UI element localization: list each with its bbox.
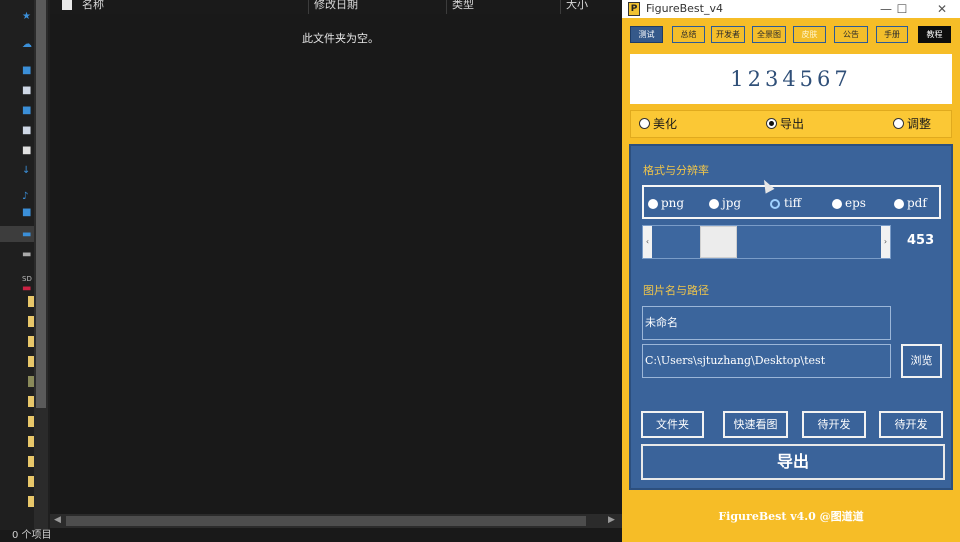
- path-section-title: 图片名与路径: [643, 284, 709, 297]
- slider-left-arrow-icon[interactable]: ‹: [643, 226, 652, 258]
- documents-icon[interactable]: ■: [22, 146, 32, 156]
- file-explorer: ★ ☁ ■ ■ ■ ■ ■ ↓ ♪ ■ ▬ ▬ SD ▬ 名称 修改日期 类型 …: [0, 0, 622, 542]
- title-bar[interactable]: P FigureBest_v4 — ☐ ✕: [622, 0, 960, 18]
- path-input[interactable]: C:\Users\sjtuzhang\Desktop\test: [642, 344, 891, 378]
- format-options: png jpg tiff eps pdf: [642, 185, 941, 219]
- pictures-icon[interactable]: ■: [22, 126, 32, 136]
- format-pdf-radio[interactable]: [894, 199, 904, 209]
- format-eps-label[interactable]: eps: [845, 196, 866, 210]
- menu-developer-button[interactable]: 开发者: [711, 26, 745, 43]
- horizontal-scrollbar-thumb[interactable]: [66, 516, 586, 526]
- mode-export-radio[interactable]: [766, 118, 777, 129]
- menu-panorama-button[interactable]: 全景图: [752, 26, 786, 43]
- slider-right-arrow-icon[interactable]: ›: [881, 226, 890, 258]
- format-png-radio[interactable]: [648, 199, 658, 209]
- quick-access-star-icon[interactable]: ★: [22, 12, 32, 22]
- empty-folder-message: 此文件夹为空。: [302, 32, 379, 45]
- app-logo-icon: P: [628, 2, 640, 16]
- format-eps-radio[interactable]: [832, 199, 842, 209]
- format-png-label[interactable]: png: [661, 196, 684, 210]
- quick-view-button[interactable]: 快速看图: [723, 411, 788, 438]
- format-jpg-label[interactable]: jpg: [722, 196, 741, 210]
- format-tiff-label[interactable]: tiff: [784, 196, 801, 210]
- mode-selector: 美化 导出 调整: [630, 110, 952, 138]
- file-list-header: 名称 修改日期 类型 大小: [50, 0, 622, 14]
- mode-beautify-label[interactable]: 美化: [653, 117, 677, 131]
- figurebest-window: P FigureBest_v4 — ☐ ✕ 测试 总结 开发者 全景图 皮肤 公…: [622, 0, 960, 542]
- format-section-title: 格式与分辨率: [643, 164, 709, 177]
- column-separator[interactable]: [560, 0, 561, 14]
- item-count: 0 个项目: [12, 530, 52, 541]
- scroll-left-icon[interactable]: ◀: [54, 515, 61, 525]
- nav-scrollbar-thumb[interactable]: [36, 0, 46, 408]
- browse-button[interactable]: 浏览: [901, 344, 942, 378]
- drive-e-icon[interactable]: ▬: [22, 284, 32, 294]
- objects-icon[interactable]: ■: [22, 86, 32, 96]
- onedrive-cloud-icon[interactable]: ☁: [22, 40, 32, 50]
- column-name[interactable]: 名称: [82, 0, 104, 14]
- menu-test-button[interactable]: 测试: [630, 26, 663, 43]
- window-title: FigureBest_v4: [646, 2, 723, 15]
- resolution-slider-thumb[interactable]: [700, 226, 737, 258]
- placeholder-button-1[interactable]: 待开发: [802, 411, 866, 438]
- column-type[interactable]: 类型: [452, 0, 474, 14]
- column-size[interactable]: 大小: [566, 0, 588, 14]
- resolution-slider[interactable]: ‹ ›: [642, 225, 891, 259]
- horizontal-scrollbar[interactable]: ◀ ▶: [50, 514, 622, 528]
- placeholder-button-2[interactable]: 待开发: [879, 411, 943, 438]
- status-bar: 0 个项目: [0, 530, 622, 542]
- menu-notice-button[interactable]: 公告: [834, 26, 868, 43]
- video-icon[interactable]: ■: [22, 106, 32, 116]
- drive-d-icon[interactable]: ▬: [22, 250, 32, 260]
- format-tiff-radio[interactable]: [770, 199, 780, 209]
- format-pdf-label[interactable]: pdf: [907, 196, 927, 210]
- menu-tutorial-button[interactable]: 教程: [918, 26, 951, 43]
- menu-manual-button[interactable]: 手册: [876, 26, 908, 43]
- column-separator[interactable]: [308, 0, 309, 14]
- maximize-button[interactable]: ☐: [892, 1, 912, 17]
- column-modified[interactable]: 修改日期: [314, 0, 358, 14]
- menu-bar: 测试 总结 开发者 全景图 皮肤 公告 手册 教程: [622, 26, 960, 44]
- downloads-icon[interactable]: ↓: [22, 166, 32, 176]
- menu-summary-button[interactable]: 总结: [672, 26, 705, 43]
- export-settings-panel: 格式与分辨率 png jpg tiff eps pdf ‹ › 453 图片名与…: [629, 144, 953, 490]
- music-icon[interactable]: ♪: [22, 192, 32, 202]
- export-button[interactable]: 导出: [641, 444, 945, 480]
- mode-export-label[interactable]: 导出: [780, 117, 804, 131]
- menu-skin-button[interactable]: 皮肤: [793, 26, 826, 43]
- column-separator[interactable]: [446, 0, 447, 14]
- close-button[interactable]: ✕: [932, 1, 952, 17]
- select-all-checkbox[interactable]: [62, 0, 72, 10]
- mode-adjust-label[interactable]: 调整: [907, 117, 931, 131]
- open-folder-button[interactable]: 文件夹: [641, 411, 704, 438]
- filename-input[interactable]: 未命名: [642, 306, 891, 340]
- desktop-icon[interactable]: ■: [22, 208, 32, 218]
- number-display: 1234567: [630, 54, 952, 104]
- scroll-right-icon[interactable]: ▶: [608, 515, 615, 525]
- mode-adjust-radio[interactable]: [893, 118, 904, 129]
- mode-beautify-radio[interactable]: [639, 118, 650, 129]
- footer-credits: FigureBest v4.0 @图道道: [718, 510, 864, 523]
- drive-icon[interactable]: ▬: [22, 230, 32, 240]
- resolution-value: 453: [907, 233, 935, 248]
- format-jpg-radio[interactable]: [709, 199, 719, 209]
- pc-icon[interactable]: ■: [22, 66, 32, 76]
